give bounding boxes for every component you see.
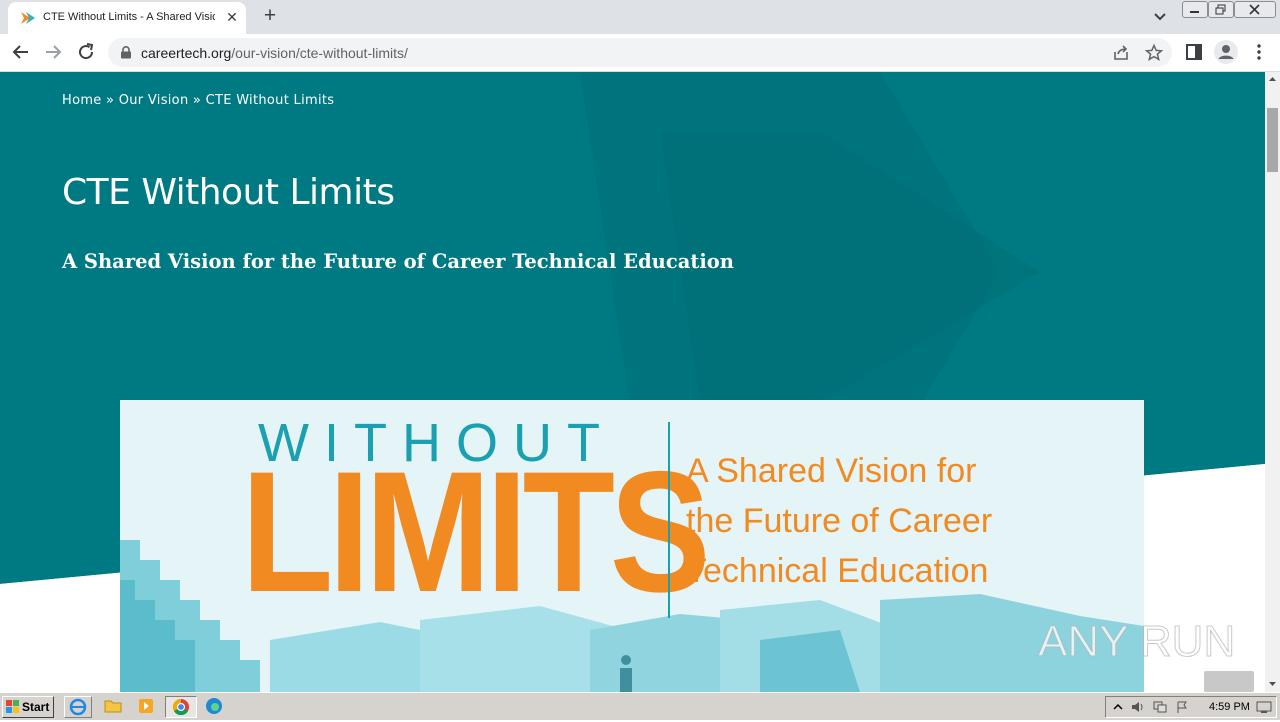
show-desktop-icon[interactable] [1256, 700, 1272, 714]
banner-tagline-line: A Shared Vision for [686, 452, 977, 490]
start-button[interactable]: Start [2, 696, 54, 718]
careertech-favicon-icon [21, 12, 35, 24]
taskbar-clock[interactable]: 4:59 PM [1209, 701, 1250, 713]
taskbar-media-player-icon[interactable] [133, 696, 161, 718]
banner-tagline: A Shared Vision for the Future of Career… [686, 446, 992, 596]
taskbar-chrome-icon[interactable] [165, 696, 197, 718]
windows-taskbar: Start 4:59 PM [0, 692, 1280, 720]
side-panel-icon[interactable] [1184, 42, 1204, 62]
window-restore-button[interactable] [1208, 1, 1234, 18]
window-close-button[interactable] [1234, 1, 1276, 18]
banner-word-limits: LIMITS [241, 436, 711, 628]
without-limits-banner-image: WITHOUT LIMITS A Shared Vision for the F… [120, 400, 1144, 692]
taskbar-edge-icon[interactable] [201, 696, 229, 718]
restore-icon [1215, 4, 1226, 15]
star-icon[interactable] [1144, 43, 1164, 63]
start-label: Start [22, 700, 50, 714]
breadcrumb-separator: » [192, 93, 202, 108]
scroll-up-arrow-icon[interactable] [1265, 72, 1280, 87]
breadcrumb-home-link[interactable]: Home [62, 93, 102, 108]
kebab-menu-icon[interactable] [1249, 42, 1269, 62]
tab-title: CTE Without Limits - A Shared Vision [43, 11, 215, 23]
browser-tab[interactable]: CTE Without Limits - A Shared Vision ✕ [8, 2, 246, 34]
windows-flag-icon [6, 700, 19, 713]
tab-search-chevron-icon[interactable] [1150, 6, 1170, 26]
media-player-icon [139, 699, 153, 713]
reload-icon[interactable] [74, 40, 98, 64]
folder-icon [104, 700, 122, 713]
breadcrumb-separator: » [106, 93, 115, 108]
taskbar-file-explorer-icon[interactable] [100, 696, 128, 718]
anyrun-watermark-logo: ANY RUN [1038, 617, 1236, 667]
tab-strip: CTE Without Limits - A Shared Vision ✕ + [0, 0, 1280, 34]
scroll-down-arrow-icon[interactable] [1265, 676, 1280, 691]
forward-arrow-icon[interactable] [41, 40, 65, 64]
url-text[interactable]: careertech.org/our-vision/cte-without-li… [141, 45, 408, 61]
taskbar-internet-explorer-icon[interactable] [64, 696, 92, 718]
share-icon[interactable] [1111, 43, 1131, 63]
lock-icon[interactable] [120, 46, 132, 59]
page-subtitle: A Shared Vision for the Future of Career… [62, 250, 734, 273]
scrollbar-thumb[interactable] [1267, 108, 1278, 172]
watermark-text: ANY RUN [1038, 617, 1235, 666]
close-icon [1249, 4, 1260, 15]
minimize-icon [1190, 11, 1199, 13]
back-to-top-button[interactable] [1204, 671, 1254, 692]
banner-divider [668, 422, 670, 618]
new-tab-button[interactable]: + [258, 4, 282, 28]
tab-close-icon[interactable]: ✕ [223, 8, 241, 26]
browser-toolbar: careertech.org/our-vision/cte-without-li… [0, 34, 1280, 72]
edge-icon [206, 698, 222, 714]
breadcrumb-our-vision-link[interactable]: Our Vision [119, 93, 189, 108]
breadcrumb-current-page: CTE Without Limits [205, 93, 335, 108]
banner-tagline-line: Technical Education [686, 552, 989, 590]
url-path: /our-vision/cte-without-limits/ [231, 45, 408, 61]
url-host: careertech.org [141, 45, 232, 61]
person-icon [1218, 45, 1234, 59]
volume-icon[interactable] [1130, 700, 1146, 714]
profile-icon[interactable] [1214, 40, 1238, 64]
page-scrollbar[interactable] [1265, 72, 1280, 692]
back-arrow-icon[interactable] [9, 40, 33, 64]
banner-tagline-line: the Future of Career [686, 502, 993, 540]
page-title: CTE Without Limits [62, 172, 395, 213]
breadcrumb: Home » Our Vision » CTE Without Limits [62, 93, 334, 108]
page-viewport: Home » Our Vision » CTE Without Limits C… [0, 72, 1265, 692]
browser-window: CTE Without Limits - A Shared Vision ✕ + [0, 0, 1280, 692]
network-icon[interactable] [1152, 700, 1168, 714]
chrome-icon [172, 698, 189, 716]
internet-explorer-icon [69, 698, 87, 716]
address-bar[interactable]: careertech.org/our-vision/cte-without-li… [108, 38, 1172, 67]
action-center-flag-icon[interactable] [1174, 700, 1190, 714]
tray-expand-arrow-icon[interactable] [1110, 700, 1126, 714]
window-minimize-button[interactable] [1182, 1, 1208, 18]
system-tray: 4:59 PM [1105, 696, 1277, 718]
